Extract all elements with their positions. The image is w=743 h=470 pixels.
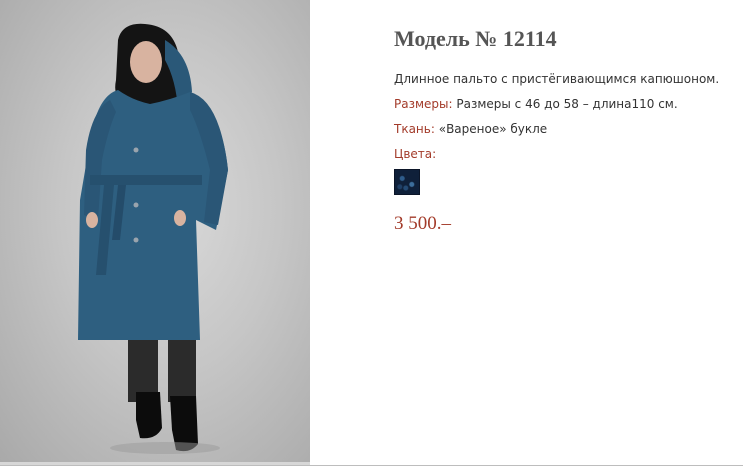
- product-photo: [0, 0, 310, 462]
- divider-line: [0, 465, 743, 466]
- sizes-label: Размеры:: [394, 97, 453, 111]
- colors-label: Цвета:: [394, 147, 437, 161]
- fabric-label: Ткань:: [394, 122, 435, 136]
- fabric-row: Ткань: «Вареное» букле: [394, 122, 734, 136]
- fabric-value: «Вареное» букле: [434, 122, 548, 136]
- sizes-value: Размеры с 46 до 58 – длина110 см.: [452, 97, 678, 111]
- model-in-coat-illustration: [78, 23, 228, 454]
- product-price: 3 500.–: [394, 213, 451, 234]
- product-info: Модель № 12114 Длинное пальто с пристёги…: [394, 26, 734, 235]
- color-swatch[interactable]: [394, 169, 420, 195]
- sizes-row: Размеры: Размеры с 46 до 58 – длина110 с…: [394, 97, 734, 111]
- product-description: Длинное пальто с пристёгивающимся капюшо…: [394, 72, 720, 86]
- product-title: Модель № 12114: [394, 26, 557, 51]
